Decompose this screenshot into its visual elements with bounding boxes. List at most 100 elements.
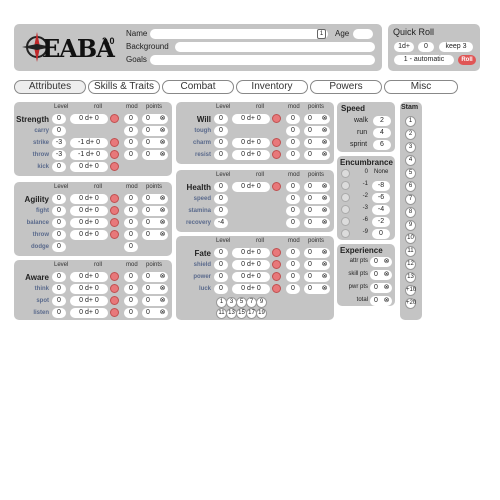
skill-mod[interactable]: 0 xyxy=(286,126,300,136)
skill-points-icon[interactable]: ⊗ xyxy=(158,138,167,147)
tab-powers[interactable]: Powers xyxy=(310,80,382,94)
skill-points-icon[interactable]: ⊗ xyxy=(158,206,167,215)
encumbrance-value[interactable]: -6 xyxy=(372,193,390,203)
skill-mod[interactable]: 0 xyxy=(124,242,138,252)
encumbrance-radio[interactable] xyxy=(341,205,350,214)
skill-level[interactable]: 0 xyxy=(214,260,228,270)
skill-level[interactable]: 0 xyxy=(214,126,228,136)
fate-roll-button[interactable] xyxy=(272,248,281,257)
skill-points-icon[interactable]: ⊗ xyxy=(320,138,329,147)
skill-mod[interactable]: 0 xyxy=(124,138,138,148)
skill-points-icon[interactable]: ⊗ xyxy=(320,284,329,293)
strength-mod[interactable]: 0 xyxy=(124,114,138,124)
skill-roll-button[interactable] xyxy=(110,308,119,317)
tab-inventory[interactable]: Inventory xyxy=(236,80,308,94)
skill-level[interactable]: -3 xyxy=(52,150,66,160)
skill-level[interactable]: -4 xyxy=(214,218,228,228)
stam-circle[interactable]: 6 xyxy=(405,181,416,192)
skill-mod[interactable]: 0 xyxy=(124,230,138,240)
stam-circle[interactable]: 2 xyxy=(405,129,416,140)
health-points-icon[interactable]: ⊗ xyxy=(320,182,329,191)
skill-roll-button[interactable] xyxy=(272,284,281,293)
skill-points-icon[interactable]: ⊗ xyxy=(158,284,167,293)
skill-level[interactable]: 0 xyxy=(52,242,66,252)
aware-mod[interactable]: 0 xyxy=(124,272,138,282)
skill-level[interactable]: 0 xyxy=(52,230,66,240)
stam-circle[interactable]: 3 xyxy=(405,142,416,153)
skill-points-icon[interactable]: ⊗ xyxy=(158,150,167,159)
skill-roll-button[interactable] xyxy=(272,138,281,147)
skill-mod[interactable]: 0 xyxy=(124,206,138,216)
skill-roll-button[interactable] xyxy=(110,230,119,239)
will-roll-button[interactable] xyxy=(272,114,281,123)
skill-points-icon[interactable]: ⊗ xyxy=(320,218,329,227)
will-points-icon[interactable]: ⊗ xyxy=(320,114,329,123)
will-level[interactable]: 0 xyxy=(214,114,228,124)
skill-level[interactable]: 0 xyxy=(214,138,228,148)
stam-circle[interactable]: 5 xyxy=(405,168,416,179)
tab-combat[interactable]: Combat xyxy=(162,80,234,94)
health-mod[interactable]: 0 xyxy=(286,182,300,192)
stam-circle[interactable]: 12 xyxy=(405,259,416,270)
strength-roll-button[interactable] xyxy=(110,114,119,123)
stam-circle[interactable]: +10 xyxy=(405,285,416,296)
skill-level[interactable]: 0 xyxy=(214,284,228,294)
skill-level[interactable]: 0 xyxy=(52,308,66,318)
fate-level[interactable]: 0 xyxy=(214,248,228,258)
skill-level[interactable]: 0 xyxy=(52,296,66,306)
aware-roll-button[interactable] xyxy=(110,272,119,281)
skill-level[interactable]: 0 xyxy=(52,126,66,136)
fate-circle[interactable]: 9 xyxy=(256,297,267,308)
stam-circle[interactable]: 1 xyxy=(405,116,416,127)
skill-level[interactable]: 0 xyxy=(214,150,228,160)
skill-level[interactable]: 0 xyxy=(52,206,66,216)
skill-mod[interactable]: 0 xyxy=(286,218,300,228)
stam-circle[interactable]: 4 xyxy=(405,155,416,166)
skill-mod[interactable]: 0 xyxy=(124,218,138,228)
dice-field[interactable]: 1d+ xyxy=(394,42,414,52)
skill-mod[interactable]: 0 xyxy=(286,206,300,216)
skill-points-icon[interactable]: ⊗ xyxy=(158,218,167,227)
skill-points-icon[interactable]: ⊗ xyxy=(158,230,167,239)
skill-roll-button[interactable] xyxy=(110,206,119,215)
skill-mod[interactable]: 0 xyxy=(124,150,138,160)
background-field[interactable] xyxy=(175,42,375,52)
skill-roll-button[interactable] xyxy=(110,284,119,293)
skill-level[interactable]: 0 xyxy=(52,162,66,172)
health-roll-button[interactable] xyxy=(272,182,281,191)
agility-mod[interactable]: 0 xyxy=(124,194,138,204)
experience-icon[interactable]: ⊗ xyxy=(382,257,391,266)
skill-points-icon[interactable]: ⊗ xyxy=(320,126,329,135)
stam-circle[interactable]: 10 xyxy=(405,233,416,244)
skill-mod[interactable]: 0 xyxy=(286,272,300,282)
name-id-icon[interactable]: 1 xyxy=(317,29,326,39)
skill-level[interactable]: 0 xyxy=(214,194,228,204)
experience-icon[interactable]: ⊗ xyxy=(382,283,391,292)
skill-level[interactable]: 0 xyxy=(214,206,228,216)
aware-level[interactable]: 0 xyxy=(52,272,66,282)
roll-button[interactable]: Roll xyxy=(458,55,476,65)
skill-roll-button[interactable] xyxy=(110,150,119,159)
skill-mod[interactable]: 0 xyxy=(286,150,300,160)
health-level[interactable]: 0 xyxy=(214,182,228,192)
fate-mod[interactable]: 0 xyxy=(286,248,300,258)
stam-circle[interactable]: 7 xyxy=(405,194,416,205)
fate-points-icon[interactable]: ⊗ xyxy=(320,248,329,257)
tab-attributes[interactable]: Attributes xyxy=(14,80,86,94)
skill-mod[interactable]: 0 xyxy=(286,138,300,148)
skill-mod[interactable]: 0 xyxy=(286,260,300,270)
skill-roll-button[interactable] xyxy=(272,150,281,159)
dice-mod-field[interactable]: 0 xyxy=(418,42,434,52)
skill-mod[interactable]: 0 xyxy=(124,284,138,294)
stam-circle[interactable]: 8 xyxy=(405,207,416,218)
encumbrance-radio[interactable] xyxy=(341,193,350,202)
skill-mod[interactable]: 0 xyxy=(286,194,300,204)
agility-roll-button[interactable] xyxy=(110,194,119,203)
skill-roll-button[interactable] xyxy=(110,218,119,227)
aware-points-icon[interactable]: ⊗ xyxy=(158,272,167,281)
encumbrance-value[interactable]: -8 xyxy=(372,181,390,191)
experience-icon[interactable]: ⊗ xyxy=(382,296,391,305)
skill-level[interactable]: 0 xyxy=(52,284,66,294)
skill-points-icon[interactable]: ⊗ xyxy=(320,272,329,281)
agility-level[interactable]: 0 xyxy=(52,194,66,204)
